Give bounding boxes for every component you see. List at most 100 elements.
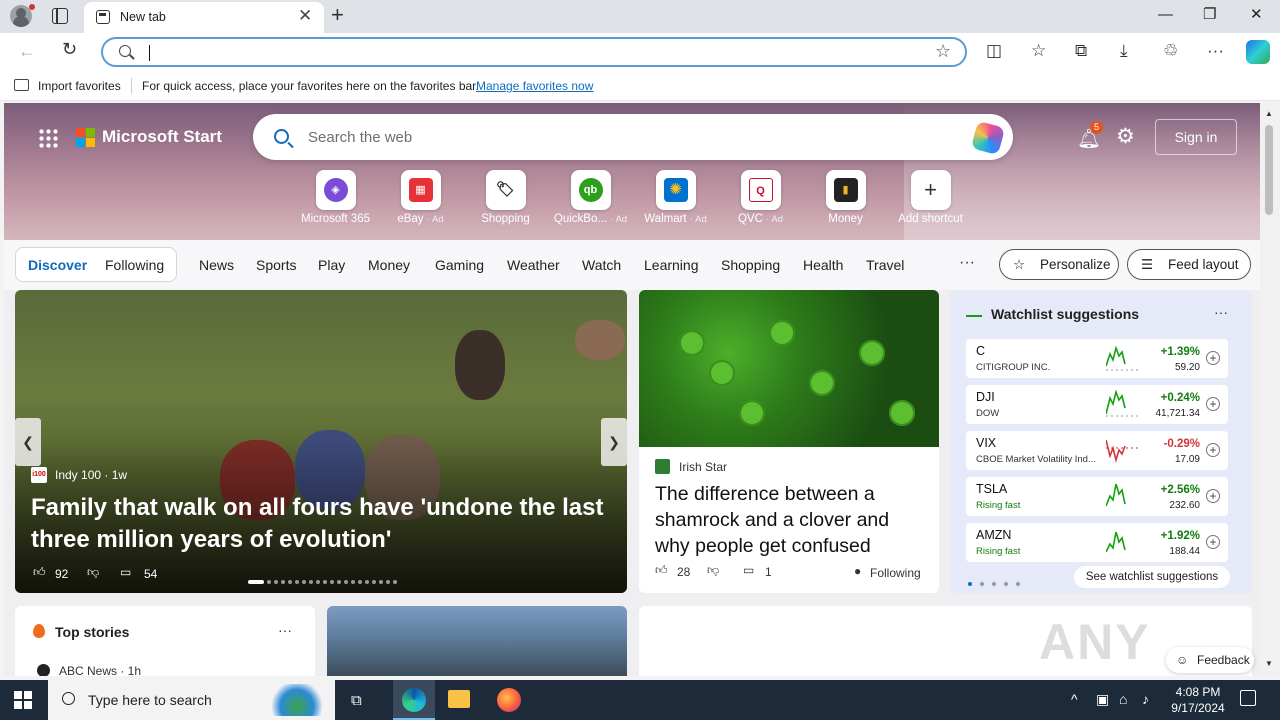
comment-icon[interactable]: ▭ <box>120 565 131 579</box>
network-icon[interactable]: ⌂ <box>1119 691 1127 707</box>
favorite-star-icon[interactable]: ☆ <box>935 41 951 62</box>
tab-new-tab[interactable]: New tab ✕ <box>84 2 324 33</box>
shamrock-article-card[interactable]: Irish Star The difference between a sham… <box>639 290 939 593</box>
nav-news[interactable]: News <box>199 257 234 273</box>
windows-start-icon[interactable] <box>14 691 32 709</box>
import-favorites-button[interactable]: Import favorites <box>38 79 121 93</box>
taskbar-search-input[interactable]: Type here to search <box>88 692 212 708</box>
close-window-button[interactable]: ✕ <box>1250 5 1263 25</box>
scroll-thumb[interactable] <box>1265 125 1273 215</box>
add-to-watchlist-button[interactable]: + <box>1206 535 1220 549</box>
add-to-watchlist-button[interactable]: + <box>1206 351 1220 365</box>
add-to-watchlist-button[interactable]: + <box>1206 397 1220 411</box>
task-view-icon[interactable]: ⧉ <box>351 692 362 709</box>
carousel-next-button[interactable]: ❯ <box>601 418 627 466</box>
watchlist-more-button[interactable]: ··· <box>1214 304 1228 320</box>
top-stories-title[interactable]: Top stories <box>55 624 129 640</box>
add-to-watchlist-button[interactable]: + <box>1206 489 1220 503</box>
tab-close-icon[interactable]: ✕ <box>298 7 312 24</box>
feed-layout-button[interactable]: ☰ Feed layout <box>1127 249 1251 280</box>
add-shortcut-button[interactable]: + Add shortcut <box>888 170 973 225</box>
carousel-prev-button[interactable]: ❮ <box>15 418 41 466</box>
address-bar[interactable]: ☆ <box>101 37 967 67</box>
web-search-box[interactable]: Search the web <box>253 114 1013 160</box>
nav-gaming[interactable]: Gaming <box>435 257 484 273</box>
scroll-down-arrow-icon[interactable]: ▼ <box>1265 659 1273 668</box>
scroll-up-arrow-icon[interactable]: ▲ <box>1265 109 1273 118</box>
add-to-watchlist-button[interactable]: + <box>1206 443 1220 457</box>
taskbar-search-box[interactable]: Type here to search <box>48 680 335 720</box>
nav-play[interactable]: Play <box>318 257 345 273</box>
extensions-icon[interactable]: ♲ <box>1163 41 1178 61</box>
settings-gear-icon[interactable]: ⚙ <box>1116 124 1135 149</box>
more-icon[interactable]: ··· <box>1207 41 1224 61</box>
nav-sports[interactable]: Sports <box>256 257 296 273</box>
stock-row-c[interactable]: C CITIGROUP INC. +1.39% 59.20 + <box>966 339 1228 378</box>
dislike-icon[interactable]: 👎︎ <box>707 563 719 578</box>
app-launcher-icon[interactable] <box>38 128 58 148</box>
back-button[interactable]: ← <box>18 41 36 62</box>
like-icon[interactable]: 👍︎ <box>655 563 668 578</box>
nav-travel[interactable]: Travel <box>866 257 904 273</box>
refresh-button[interactable]: ↻ <box>62 39 77 60</box>
article-title[interactable]: The difference between a shamrock and a … <box>655 481 927 559</box>
notification-center-icon[interactable] <box>1240 690 1256 706</box>
stock-row-amzn[interactable]: AMZN Rising fast +1.92% 188.44 + <box>966 523 1228 562</box>
device-icon[interactable]: ▣ <box>1096 691 1109 708</box>
split-screen-icon[interactable]: ◫ <box>986 41 1002 61</box>
nav-money[interactable]: Money <box>368 257 410 273</box>
article-title[interactable]: Family that walk on all fours have 'undo… <box>31 492 611 556</box>
copilot-icon[interactable] <box>970 120 1006 156</box>
see-watchlist-suggestions-link[interactable]: See watchlist suggestions <box>1074 566 1230 588</box>
following-label[interactable]: Following <box>870 566 921 580</box>
shortcut-qvc[interactable]: Q QVC · Ad <box>718 170 803 225</box>
file-explorer-icon[interactable] <box>448 690 470 708</box>
collections-icon[interactable]: ⧉ <box>1075 41 1087 61</box>
shortcut-ebay[interactable]: ▦ eBay · Ad <box>378 170 463 225</box>
tab-actions-icon[interactable] <box>52 8 68 24</box>
nav-shopping[interactable]: Shopping <box>721 257 780 273</box>
minimize-button[interactable]: — <box>1158 5 1173 25</box>
hero-article-card[interactable]: ❮ ❯ i100 Indy 100 · 1w Family that walk … <box>15 290 627 593</box>
volume-icon[interactable]: ♪ <box>1142 691 1149 707</box>
nav-health[interactable]: Health <box>803 257 843 273</box>
dislike-icon[interactable]: 👎︎ <box>87 565 99 580</box>
shortcut-shopping[interactable]: 🏷 Shopping <box>463 170 548 225</box>
shortcut-money[interactable]: ▮ Money <box>803 170 888 225</box>
like-icon[interactable]: 👍︎ <box>33 565 46 580</box>
new-tab-button[interactable]: + <box>331 4 344 26</box>
stock-row-vix[interactable]: VIX CBOE Market Volatility Ind... -0.29%… <box>966 431 1228 470</box>
shortcut-quickbooks[interactable]: qb QuickBo... · Ad <box>548 170 633 225</box>
taskbar-edge[interactable] <box>393 680 435 720</box>
restore-button[interactable]: ❐ <box>1203 5 1216 25</box>
copilot-icon[interactable] <box>1246 40 1270 64</box>
firefox-icon[interactable] <box>497 688 521 712</box>
nav-weather[interactable]: Weather <box>507 257 560 273</box>
web-search-input[interactable]: Search the web <box>308 129 412 146</box>
tab-following[interactable]: Following <box>105 257 164 273</box>
tab-discover[interactable]: Discover <box>28 257 87 273</box>
nav-watch[interactable]: Watch <box>582 257 621 273</box>
comment-icon[interactable]: ▭ <box>743 563 754 577</box>
shortcut-microsoft-365[interactable]: ◈ Microsoft 365 <box>293 170 378 225</box>
sign-in-button[interactable]: Sign in <box>1155 119 1237 155</box>
top-stories-more-button[interactable]: ··· <box>278 622 292 638</box>
nav-learning[interactable]: Learning <box>644 257 699 273</box>
article-source[interactable]: Irish Star <box>679 460 727 474</box>
nav-more-button[interactable]: ··· <box>959 254 975 272</box>
article-source[interactable]: Indy 100 · 1w <box>55 468 127 482</box>
stock-row-dji[interactable]: DJI DOW +0.24% 41,721.34 + <box>966 385 1228 424</box>
system-clock[interactable]: 4:08 PM 9/17/2024 <box>1168 684 1228 716</box>
shortcut-walmart[interactable]: ✺ Walmart · Ad <box>633 170 718 225</box>
photo-article-card[interactable] <box>327 606 627 676</box>
feedback-button[interactable]: ☺ Feedback <box>1166 647 1254 673</box>
show-hidden-icons-chevron-icon[interactable]: ^ <box>1071 691 1078 707</box>
watchlist-title[interactable]: Watchlist suggestions <box>991 306 1139 322</box>
favorites-icon[interactable]: ☆ <box>1031 41 1046 61</box>
manage-favorites-link[interactable]: Manage favorites now <box>476 79 593 93</box>
brand-title[interactable]: Microsoft Start <box>102 127 222 147</box>
page-scrollbar[interactable]: ▲ ▼ <box>1260 103 1280 676</box>
downloads-icon[interactable]: ⤓ <box>1120 41 1128 61</box>
personalize-button[interactable]: ☆ Personalize <box>999 249 1119 280</box>
stock-row-tsla[interactable]: TSLA Rising fast +2.56% 232.60 + <box>966 477 1228 516</box>
